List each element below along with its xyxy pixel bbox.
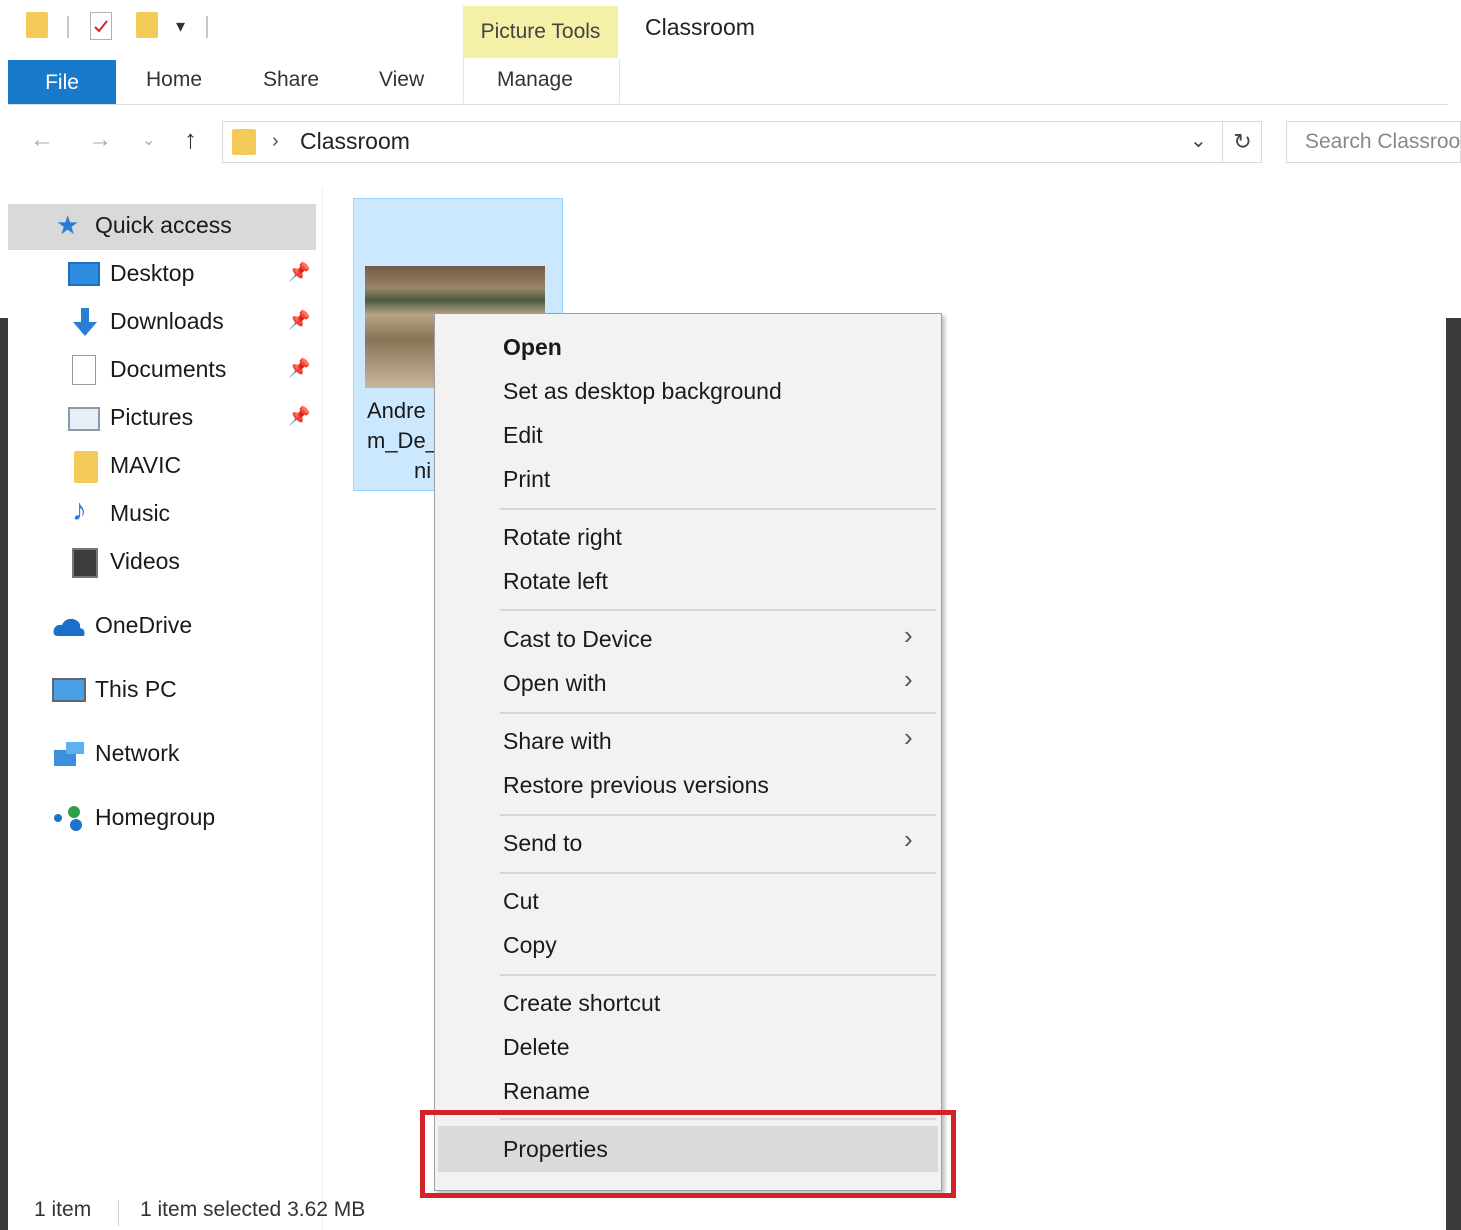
menu-item-delete[interactable]: Delete: [503, 1034, 569, 1061]
menu-item-restore-previous-versions[interactable]: Restore previous versions: [503, 772, 769, 799]
videos-icon: [72, 548, 98, 578]
background-frame-right: [1446, 318, 1461, 1230]
refresh-icon[interactable]: ↻: [1222, 121, 1262, 163]
ribbon-divider: [8, 104, 1448, 105]
menu-item-copy[interactable]: Copy: [503, 932, 557, 959]
customize-toolbar-icon[interactable]: ▾: [176, 16, 185, 37]
file-name-line: Andre: [367, 398, 426, 423]
back-arrow-icon[interactable]: ←: [30, 126, 54, 154]
download-arrow-icon: [70, 306, 100, 343]
menu-item-rotate-left[interactable]: Rotate left: [503, 568, 608, 595]
menu-separator: [500, 814, 936, 816]
sidebar-item-network[interactable]: Network: [95, 740, 179, 767]
window-title: Classroom: [645, 14, 755, 40]
sidebar-item-mavic[interactable]: MAVIC: [110, 452, 181, 479]
star-icon: ★: [56, 210, 80, 240]
menu-separator: [500, 872, 936, 874]
menu-item-rotate-right[interactable]: Rotate right: [503, 524, 622, 551]
picture-tools-group-label: Picture Tools: [463, 6, 618, 58]
tab-file[interactable]: File: [8, 60, 116, 105]
chevron-right-icon: ›: [904, 722, 913, 752]
breadcrumb-classroom[interactable]: Classroom: [300, 128, 410, 155]
file-name-label: Andre m_De_ ni: [367, 396, 438, 486]
up-arrow-icon[interactable]: ↑: [184, 124, 197, 155]
menu-item-create-shortcut[interactable]: Create shortcut: [503, 990, 660, 1017]
status-item-count: 1 item: [34, 1198, 92, 1221]
folder-icon[interactable]: [26, 12, 48, 38]
menu-separator: [500, 974, 936, 976]
pictures-icon: [68, 407, 100, 431]
menu-item-cut[interactable]: Cut: [503, 888, 539, 915]
sidebar-item-quick-access[interactable]: Quick access: [95, 212, 232, 239]
music-note-icon: ♪: [72, 494, 87, 527]
computer-icon: [52, 678, 86, 702]
search-input[interactable]: Search Classroom: [1286, 121, 1461, 163]
sidebar-item-downloads[interactable]: Downloads: [110, 308, 224, 335]
nav-pane-divider: [322, 188, 323, 1230]
tab-home[interactable]: Home: [146, 68, 202, 92]
chevron-right-icon: ›: [904, 664, 913, 694]
file-name-line: m_De_: [367, 428, 438, 453]
sidebar-item-documents[interactable]: Documents: [110, 356, 226, 383]
menu-item-rename[interactable]: Rename: [503, 1078, 590, 1105]
status-selection: 1 item selected 3.62 MB: [140, 1198, 366, 1221]
menu-item-share-with[interactable]: Share with: [503, 728, 612, 755]
file-name-line: ni: [414, 458, 432, 483]
menu-item-set-desktop-background[interactable]: Set as desktop background: [503, 378, 782, 405]
menu-separator: [500, 712, 936, 714]
pin-icon[interactable]: 📌: [288, 262, 310, 283]
new-folder-icon[interactable]: [136, 12, 158, 38]
pin-icon[interactable]: 📌: [288, 406, 310, 427]
properties-check-icon[interactable]: [90, 12, 112, 40]
breadcrumb-chevron-icon[interactable]: ›: [272, 130, 279, 153]
desktop-icon: [68, 262, 100, 286]
menu-item-open-with[interactable]: Open with: [503, 670, 607, 697]
menu-item-send-to[interactable]: Send to: [503, 830, 582, 857]
tab-share[interactable]: Share: [263, 68, 319, 92]
sidebar-item-homegroup[interactable]: Homegroup: [95, 804, 215, 831]
menu-item-edit[interactable]: Edit: [503, 422, 543, 449]
recent-locations-chevron-icon[interactable]: ⌄: [142, 130, 155, 150]
sidebar-item-this-pc[interactable]: This PC: [95, 676, 177, 703]
documents-icon: [72, 355, 96, 385]
toolbar-separator: [206, 16, 208, 38]
folder-icon: [232, 129, 256, 155]
menu-item-open[interactable]: Open: [503, 334, 562, 361]
sidebar-item-desktop[interactable]: Desktop: [110, 260, 194, 287]
chevron-right-icon: ›: [904, 620, 913, 650]
pin-icon[interactable]: 📌: [288, 358, 310, 379]
highlight-annotation-box: [420, 1110, 956, 1198]
sidebar-item-pictures[interactable]: Pictures: [110, 404, 193, 431]
sidebar-item-onedrive[interactable]: OneDrive: [95, 612, 192, 639]
menu-separator: [500, 609, 936, 611]
folder-icon: [74, 451, 98, 483]
status-separator: [118, 1200, 119, 1226]
cloud-icon: [52, 616, 86, 643]
menu-separator: [500, 508, 936, 510]
background-frame-left: [0, 318, 8, 1230]
toolbar-separator: [67, 16, 69, 38]
tab-manage[interactable]: Manage: [497, 68, 573, 92]
menu-item-print[interactable]: Print: [503, 466, 550, 493]
chevron-right-icon: ›: [904, 824, 913, 854]
address-dropdown-icon[interactable]: ⌄: [1190, 128, 1207, 153]
pin-icon[interactable]: 📌: [288, 310, 310, 331]
tab-view[interactable]: View: [379, 68, 424, 92]
sidebar-item-music[interactable]: Music: [110, 500, 170, 527]
homegroup-icon: [52, 804, 86, 837]
menu-item-cast-to-device[interactable]: Cast to Device: [503, 626, 653, 653]
sidebar-item-videos[interactable]: Videos: [110, 548, 180, 575]
forward-arrow-icon[interactable]: →: [88, 126, 112, 154]
network-icon: [52, 740, 86, 775]
